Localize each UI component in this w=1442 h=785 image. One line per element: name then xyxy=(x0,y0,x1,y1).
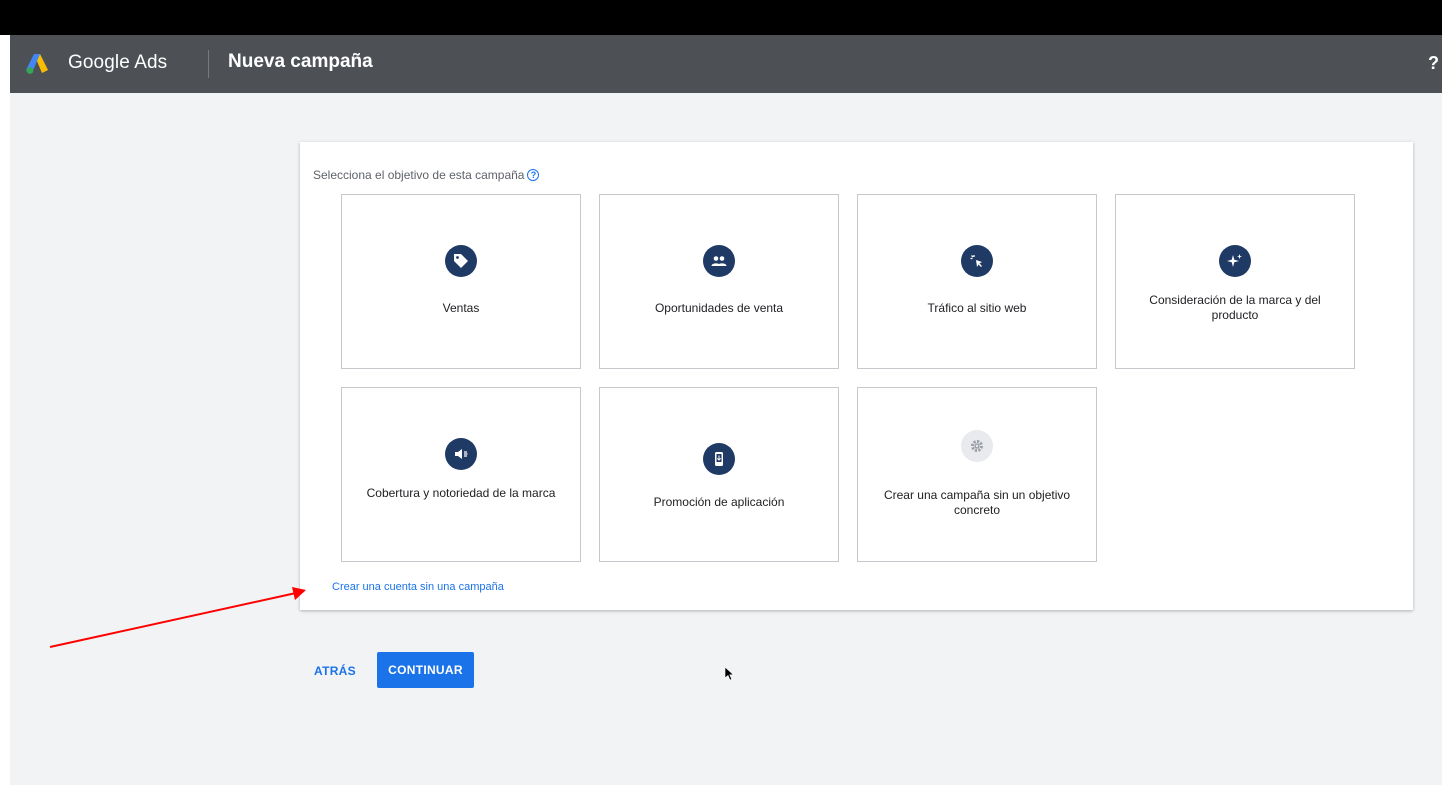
annotation-arrow xyxy=(49,587,306,648)
mouse-pointer-icon xyxy=(724,666,735,681)
screen: Google Ads Nueva campaña ? Selecciona el… xyxy=(0,0,1442,785)
